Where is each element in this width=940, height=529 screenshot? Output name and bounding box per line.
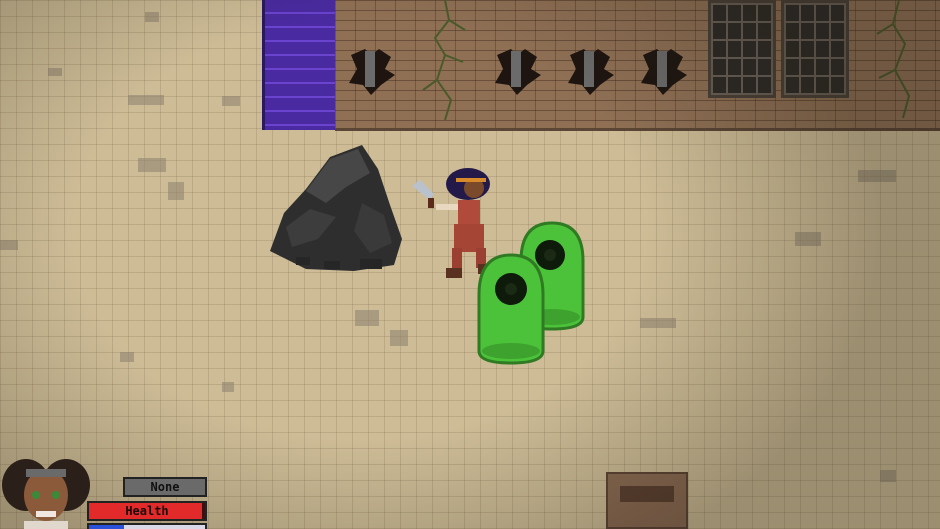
floor-debris xyxy=(48,68,62,76)
mana-fill xyxy=(89,525,124,529)
green-slime[interactable] xyxy=(475,253,547,365)
floor-debris xyxy=(858,170,896,182)
wall-crack-hole xyxy=(568,49,614,95)
floor-debris xyxy=(640,318,676,328)
floor-debris xyxy=(120,352,134,362)
floor-debris xyxy=(145,12,159,22)
floor-debris xyxy=(795,232,821,246)
floor-debris xyxy=(168,182,184,200)
floor-debris xyxy=(355,310,379,326)
health-label: Health xyxy=(125,504,169,518)
wall-crack-hole xyxy=(495,49,541,95)
player-portrait xyxy=(2,459,90,529)
player-hud: None Health xyxy=(0,455,215,529)
goggles-icon xyxy=(26,469,66,477)
floor-debris xyxy=(880,470,896,482)
wall-crack-hole xyxy=(641,49,687,95)
boulder[interactable] xyxy=(266,143,402,273)
floor-debris xyxy=(390,330,408,346)
floor-debris xyxy=(222,96,240,106)
floor-debris xyxy=(128,95,164,105)
vine-crack xyxy=(422,0,466,120)
floor-debris xyxy=(0,240,18,250)
health-bar: Health xyxy=(87,501,207,521)
wall-crack-hole xyxy=(349,49,395,95)
sword-icon xyxy=(412,180,434,200)
barred-window xyxy=(781,0,849,98)
floor-debris xyxy=(222,382,234,392)
floor-debris xyxy=(138,158,166,172)
game-scene[interactable]: None Health xyxy=(0,0,940,529)
vine-crack xyxy=(876,0,911,119)
wooden-crate[interactable] xyxy=(606,472,688,529)
equipped-item-box: None xyxy=(123,477,207,497)
purple-staircase[interactable] xyxy=(262,0,338,130)
barred-window xyxy=(708,0,776,98)
brick-wall xyxy=(335,0,940,131)
mana-bar xyxy=(87,523,207,529)
